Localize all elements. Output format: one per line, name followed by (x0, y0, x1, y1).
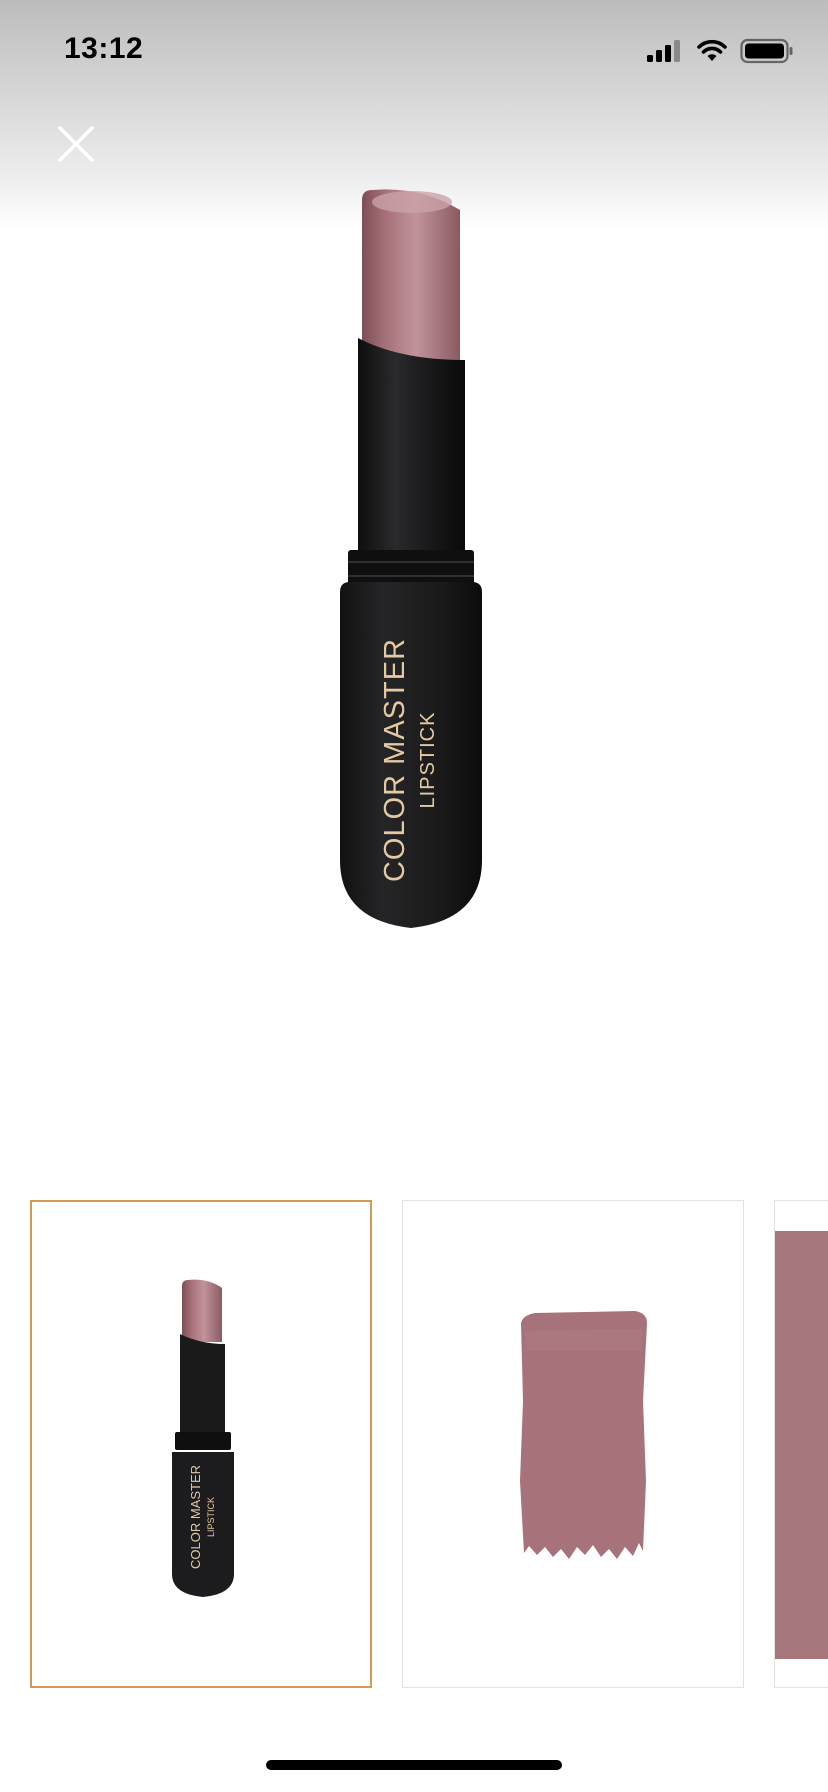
product-hero-image[interactable]: COLOR MASTER LIPSTICK (0, 180, 828, 960)
close-icon (58, 126, 94, 162)
case-type-text: LIPSTICK (417, 712, 439, 809)
lipstick-inner-tube (358, 338, 465, 552)
gallery-thumb-texture[interactable] (774, 1200, 828, 1688)
case-brand-text: COLOR MASTER (379, 638, 411, 882)
home-indicator (266, 1760, 562, 1770)
gallery-thumb-swatch[interactable] (402, 1200, 744, 1688)
cellular-signal-icon (647, 40, 680, 62)
thumb-lipstick-bullet (182, 1279, 222, 1342)
gallery-thumb-product[interactable]: COLOR MASTER LIPSTICK (30, 1200, 372, 1688)
status-time: 13:12 (64, 32, 144, 65)
thumb-lipstick-tube (180, 1334, 225, 1434)
battery-icon (740, 38, 793, 64)
close-button[interactable] (54, 122, 98, 166)
thumb-brand-text: COLOR MASTER (188, 1465, 203, 1569)
thumb-lipstick-case (172, 1452, 234, 1597)
thumb-type-text: LIPSTICK (206, 1497, 216, 1537)
texture-color-block (775, 1231, 828, 1659)
lipstick-bullet (362, 189, 460, 364)
status-icons (646, 36, 794, 66)
thumb-lipstick-ring (175, 1432, 231, 1450)
wifi-icon (697, 39, 727, 61)
lipstick-case (340, 582, 482, 928)
status-bar: 13:12 (0, 0, 828, 100)
image-gallery[interactable]: COLOR MASTER LIPSTICK (30, 1200, 828, 1694)
